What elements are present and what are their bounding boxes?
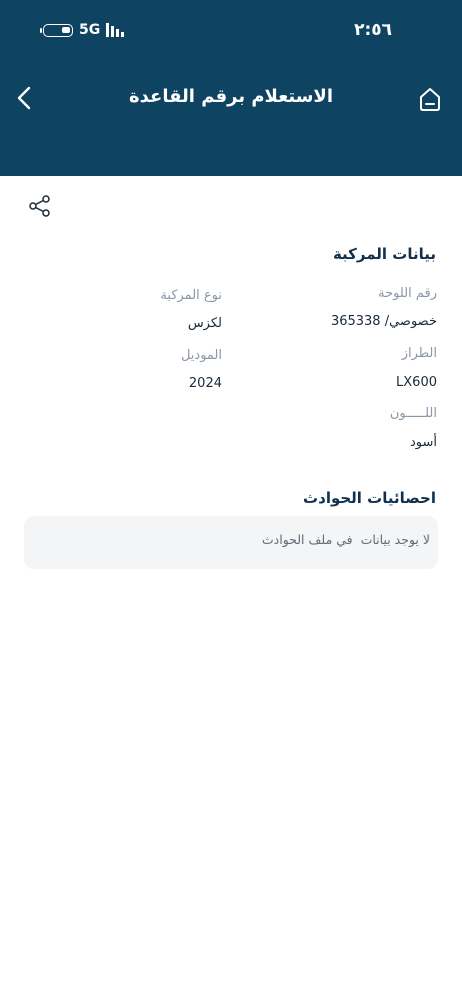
model-label: الطراز <box>401 346 437 361</box>
accidents-empty-message: لا يوجد بيانات في ملف الحوادث <box>261 532 430 547</box>
battery-tip <box>40 27 42 33</box>
color-label: اللـــــون <box>389 406 437 421</box>
vehicle-type-label: نوع المركبة <box>160 288 222 303</box>
signal-icon <box>106 23 125 37</box>
page-title: الاستعلام برقم القاعدة <box>129 86 333 107</box>
model-value: LX600 <box>396 375 437 390</box>
share-button[interactable] <box>28 194 52 218</box>
status-indicators: 5G <box>40 22 125 38</box>
plate-value: خصوصي/ 365338 <box>330 314 437 329</box>
color-value: أسود <box>409 435 437 450</box>
home-icon <box>420 88 440 111</box>
battery-icon <box>43 23 73 37</box>
home-button[interactable] <box>418 86 442 112</box>
accidents-empty-card: لا يوجد بيانات في ملف الحوادث <box>24 516 438 569</box>
vehicle-type-value: لكزس <box>187 316 222 331</box>
app-header: ٢:٥٦ 5G الاستعلام برقم القاعدة <box>0 0 462 176</box>
year-value: 2024 <box>188 376 222 391</box>
year-label: الموديل <box>180 348 222 363</box>
vehicle-section-title: بيانات المركبة <box>332 245 436 263</box>
status-time: ٢:٥٦ <box>354 20 392 40</box>
network-type: 5G <box>79 22 101 38</box>
plate-label: رقم اللوحة <box>378 286 437 301</box>
accidents-section-title: احصائيات الحوادث <box>303 489 436 507</box>
share-icon <box>29 195 50 217</box>
